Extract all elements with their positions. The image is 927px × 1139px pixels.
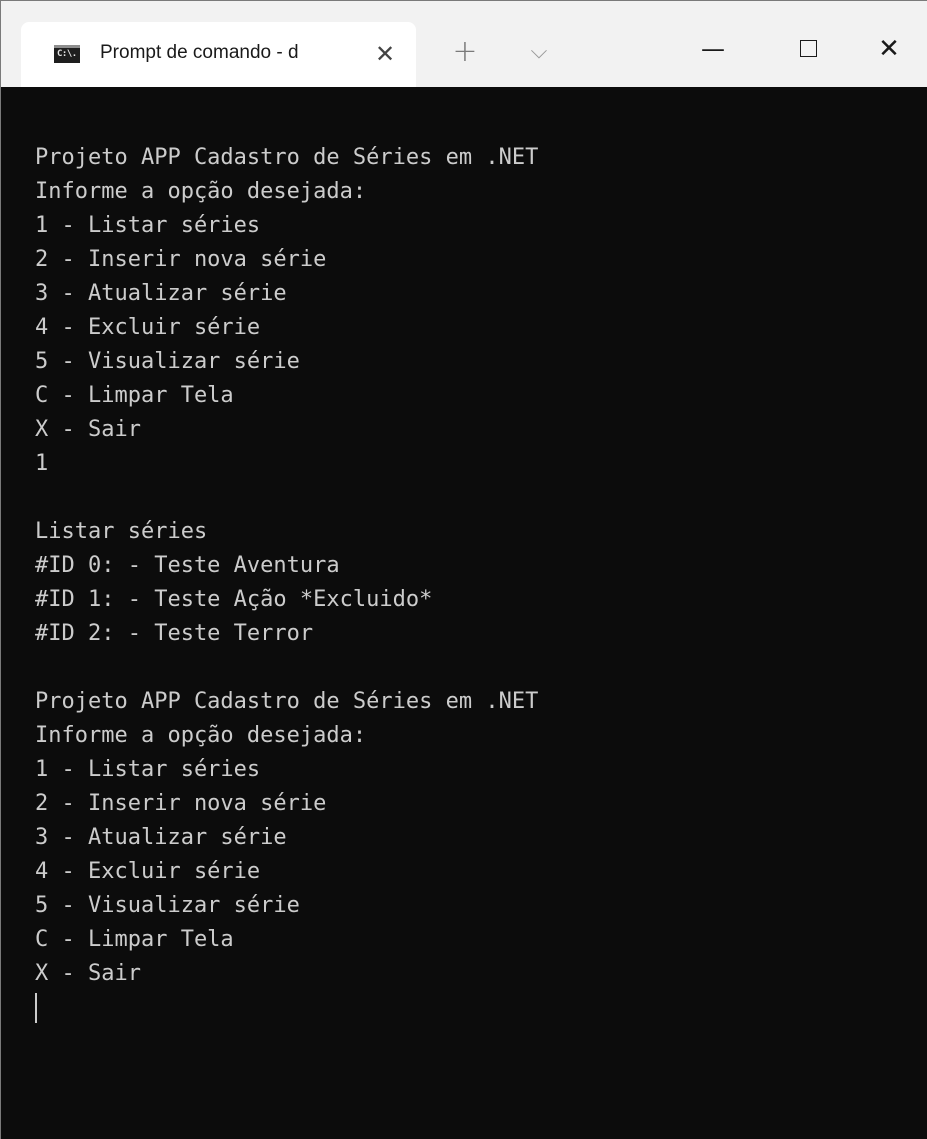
console-line: Projeto APP Cadastro de Séries em .NET — [35, 689, 539, 714]
close-tab-icon[interactable]: ✕ — [371, 40, 399, 68]
console-line: Projeto APP Cadastro de Séries em .NET — [35, 145, 539, 170]
console-line: 1 - Listar séries — [35, 213, 261, 238]
console-line: Listar séries — [35, 519, 208, 544]
console-line: #ID 2: - Teste Terror — [35, 621, 314, 646]
terminal-window: C:\. Prompt de comando - d ✕ + ⌵ — ✕ Pro… — [0, 0, 927, 1139]
console-line: C - Limpar Tela — [35, 927, 234, 952]
text-cursor — [35, 993, 37, 1023]
console-line: X - Sair — [35, 417, 141, 442]
tab-prompt-de-comando[interactable]: C:\. Prompt de comando - d ✕ — [21, 22, 416, 87]
tab-title: Prompt de comando - d — [100, 42, 299, 63]
console-lines: Projeto APP Cadastro de Séries em .NET I… — [35, 141, 538, 1025]
command-prompt-icon: C:\. — [54, 45, 80, 63]
console-output[interactable]: Projeto APP Cadastro de Séries em .NET I… — [1, 87, 927, 1139]
console-line: 3 - Atualizar série — [35, 281, 287, 306]
console-line: 5 - Visualizar série — [35, 349, 300, 374]
console-line: Informe a opção desejada: — [35, 179, 367, 204]
console-line: Informe a opção desejada: — [35, 723, 367, 748]
console-line: 3 - Atualizar série — [35, 825, 287, 850]
chevron-down-icon[interactable]: ⌵ — [521, 34, 557, 70]
close-window-button[interactable]: ✕ — [869, 29, 909, 69]
title-bar[interactable]: C:\. Prompt de comando - d ✕ + ⌵ — ✕ — [1, 1, 927, 87]
new-tab-button[interactable]: + — [447, 34, 483, 70]
console-line: 1 - Listar séries — [35, 757, 261, 782]
prompt-line[interactable] — [35, 991, 538, 1025]
console-line: #ID 0: - Teste Aventura — [35, 553, 340, 578]
console-line: 2 - Inserir nova série — [35, 791, 327, 816]
console-line: 2 - Inserir nova série — [35, 247, 327, 272]
maximize-icon — [800, 40, 817, 57]
command-prompt-icon-text: C:\. — [57, 49, 77, 59]
maximize-button[interactable] — [789, 29, 829, 69]
minimize-button[interactable]: — — [693, 29, 733, 69]
console-line: 4 - Excluir série — [35, 315, 261, 340]
console-line: 1 — [35, 451, 49, 476]
console-line: #ID 1: - Teste Ação *Excluido* — [35, 587, 433, 612]
console-line: C - Limpar Tela — [35, 383, 234, 408]
console-line: 4 - Excluir série — [35, 859, 261, 884]
console-line: X - Sair — [35, 961, 141, 986]
console-line: 5 - Visualizar série — [35, 893, 300, 918]
